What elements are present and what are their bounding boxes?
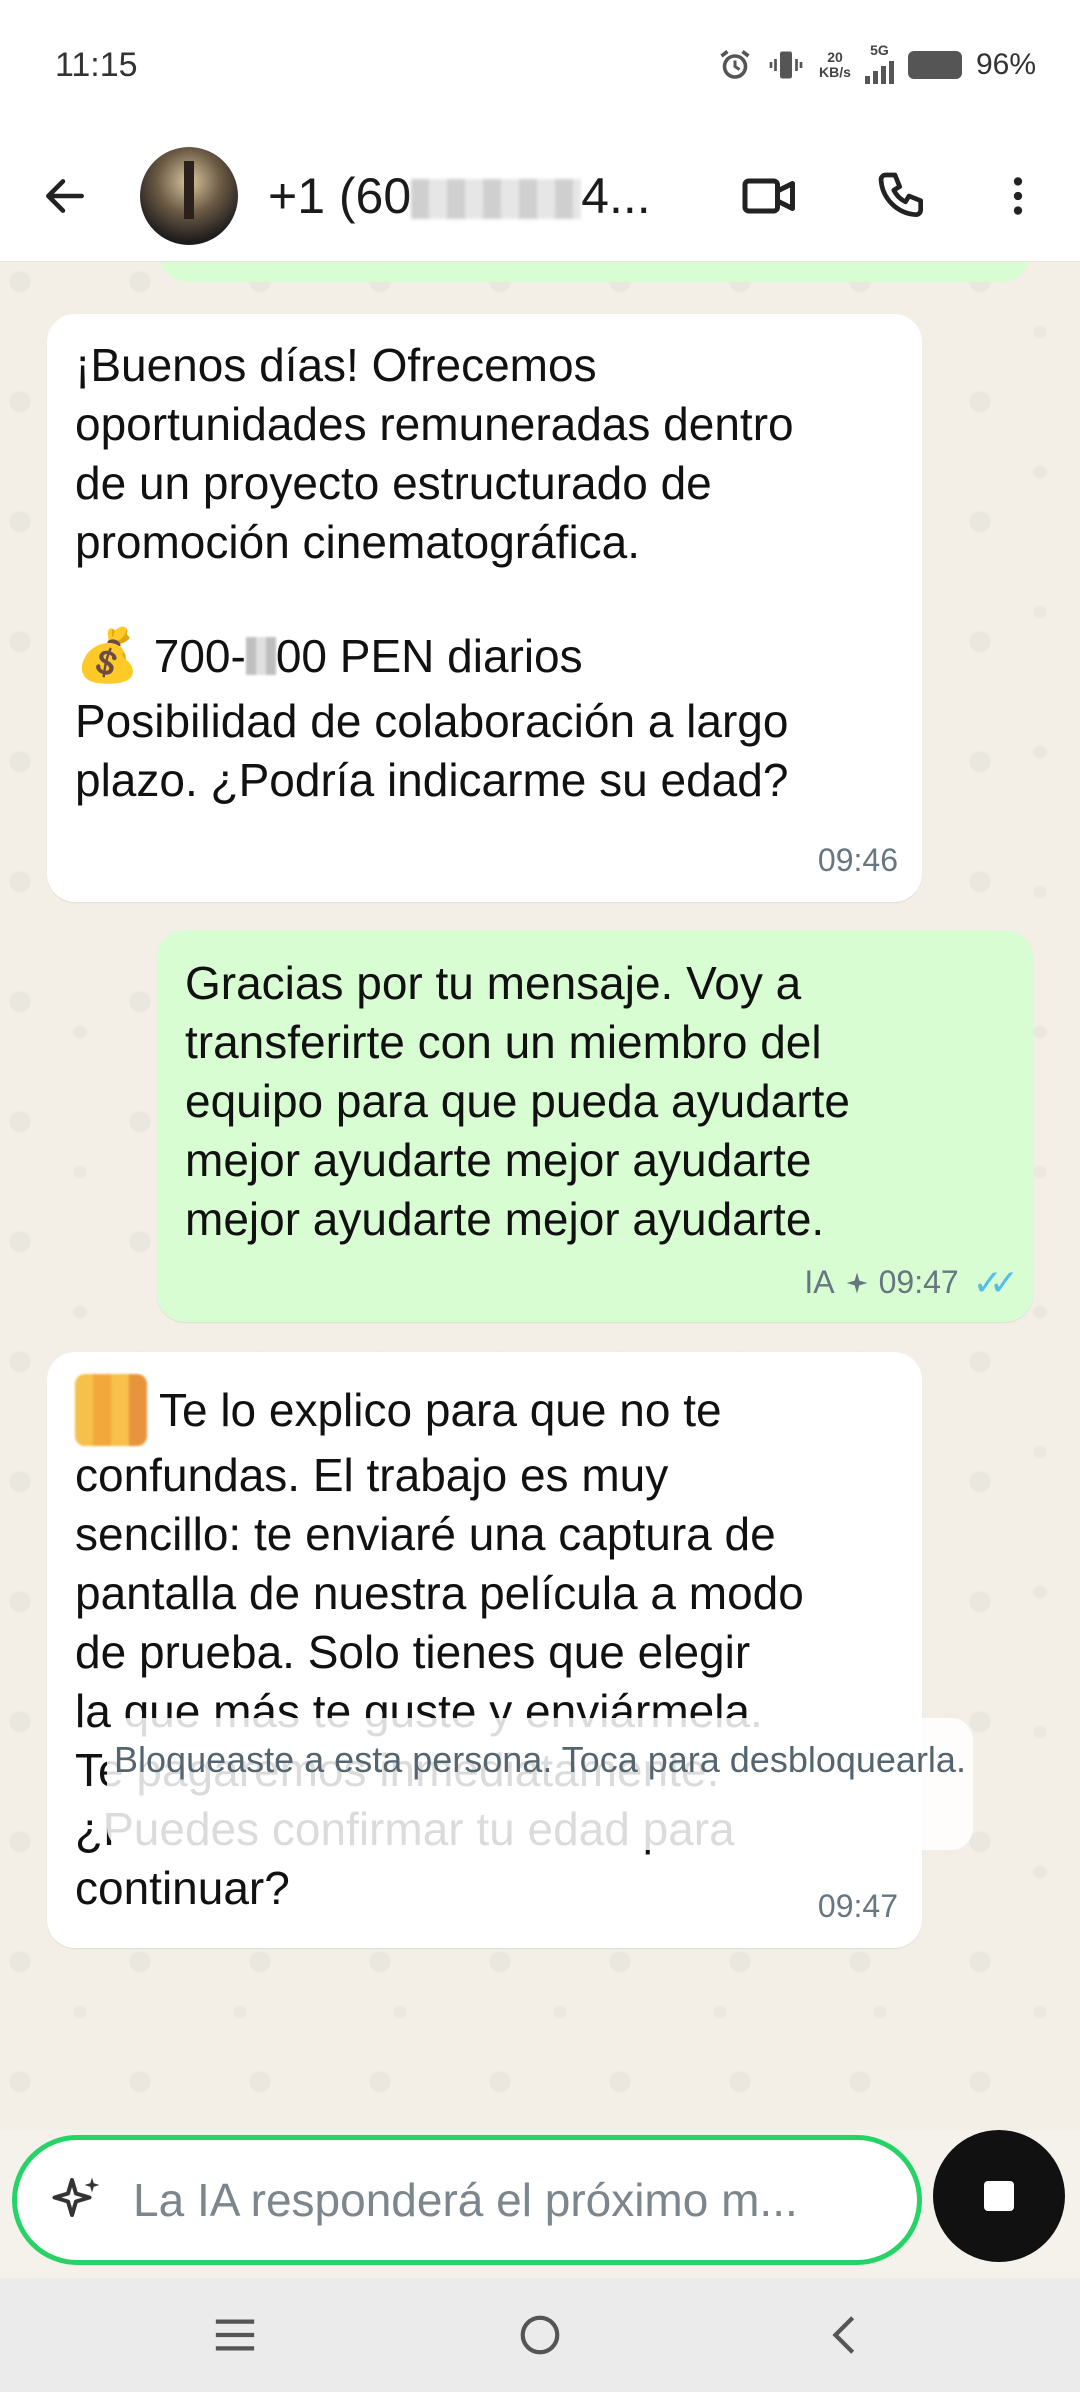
message-time: 09:46 <box>817 842 898 878</box>
battery-level: 96% <box>975 48 1036 81</box>
outgoing-message[interactable]: Gracias por tu mensaje. Voy a transferir… <box>157 930 1033 1322</box>
stop-icon <box>984 2181 1014 2211</box>
network-type: 5G <box>864 43 894 87</box>
back-nav-icon <box>832 2316 855 2354</box>
system-back-button[interactable] <box>810 2300 880 2370</box>
alarm-icon <box>720 50 750 79</box>
stop-ai-button[interactable] <box>933 2130 1065 2262</box>
system-nav-bar <box>0 2278 1080 2392</box>
message-first-line: Te lo explico para que no te <box>75 1374 894 1446</box>
redacted-number <box>411 179 582 220</box>
incoming-message[interactable]: Te lo explico para que no te confundas. … <box>47 1352 922 1948</box>
recent-apps-button[interactable] <box>200 2300 270 2370</box>
video-call-icon <box>742 178 795 214</box>
message-input-placeholder[interactable]: La IA responderá el próximo m... <box>133 2173 873 2227</box>
phone-icon <box>878 172 923 218</box>
message-text: ¡Buenos días! Ofrecemos oportunidades re… <box>75 339 794 568</box>
home-nav-icon <box>520 2315 560 2355</box>
contact-name[interactable]: +1 (60 4... <box>268 167 698 225</box>
status-icons: 20 KB/s 5G 96% <box>717 43 1036 87</box>
menu-nav-icon <box>215 2319 255 2351</box>
signal-icon <box>864 58 894 84</box>
voice-call-button[interactable] <box>862 156 942 236</box>
back-button[interactable] <box>30 161 100 231</box>
emoji-icon <box>75 1374 147 1446</box>
more-vert-icon <box>1013 177 1023 215</box>
more-options-button[interactable] <box>978 156 1058 236</box>
sparkle-ai-icon <box>52 2177 100 2217</box>
money-bag-icon: 💰 <box>75 626 140 685</box>
contact-avatar[interactable] <box>140 146 238 245</box>
sparkle-ai-icon <box>846 1272 868 1293</box>
video-call-button[interactable] <box>730 156 810 236</box>
message-time: 09:47 <box>878 1264 959 1300</box>
message-meta: IA 09:47 ✓✓ <box>804 1253 1019 1312</box>
blocked-notice[interactable]: Bloqueaste a esta persona. Toca para des… <box>107 1718 973 1850</box>
home-button[interactable] <box>505 2300 575 2370</box>
message-text-continued: Posibilidad de colaboración a largo plaz… <box>75 695 789 806</box>
message-input-bar[interactable]: La IA responderá el próximo m... <box>12 2135 922 2265</box>
amount-line: 💰 700- 00 PEN diarios <box>75 626 583 685</box>
incoming-message[interactable]: ¡Buenos días! Ofrecemos oportunidades re… <box>47 314 922 902</box>
message-text: Gracias por tu mensaje. Voy a transferir… <box>185 957 851 1245</box>
status-time: 11:15 <box>55 45 138 84</box>
battery-icon <box>907 51 962 79</box>
read-ticks-icon: ✓✓ <box>972 1262 1019 1303</box>
chat-header: +1 (60 4... <box>0 130 1080 262</box>
previous-message-bubble <box>160 262 1030 282</box>
message-time: 09:47 <box>817 1888 898 1924</box>
redacted-digit <box>245 637 276 675</box>
ai-label: IA <box>804 1264 835 1300</box>
back-arrow-icon <box>46 178 84 213</box>
status-bar: 11:15 20 KB/s 5G 96% <box>0 0 1080 130</box>
vibrate-icon <box>769 51 803 79</box>
net-speed: 20 KB/s <box>819 49 851 80</box>
